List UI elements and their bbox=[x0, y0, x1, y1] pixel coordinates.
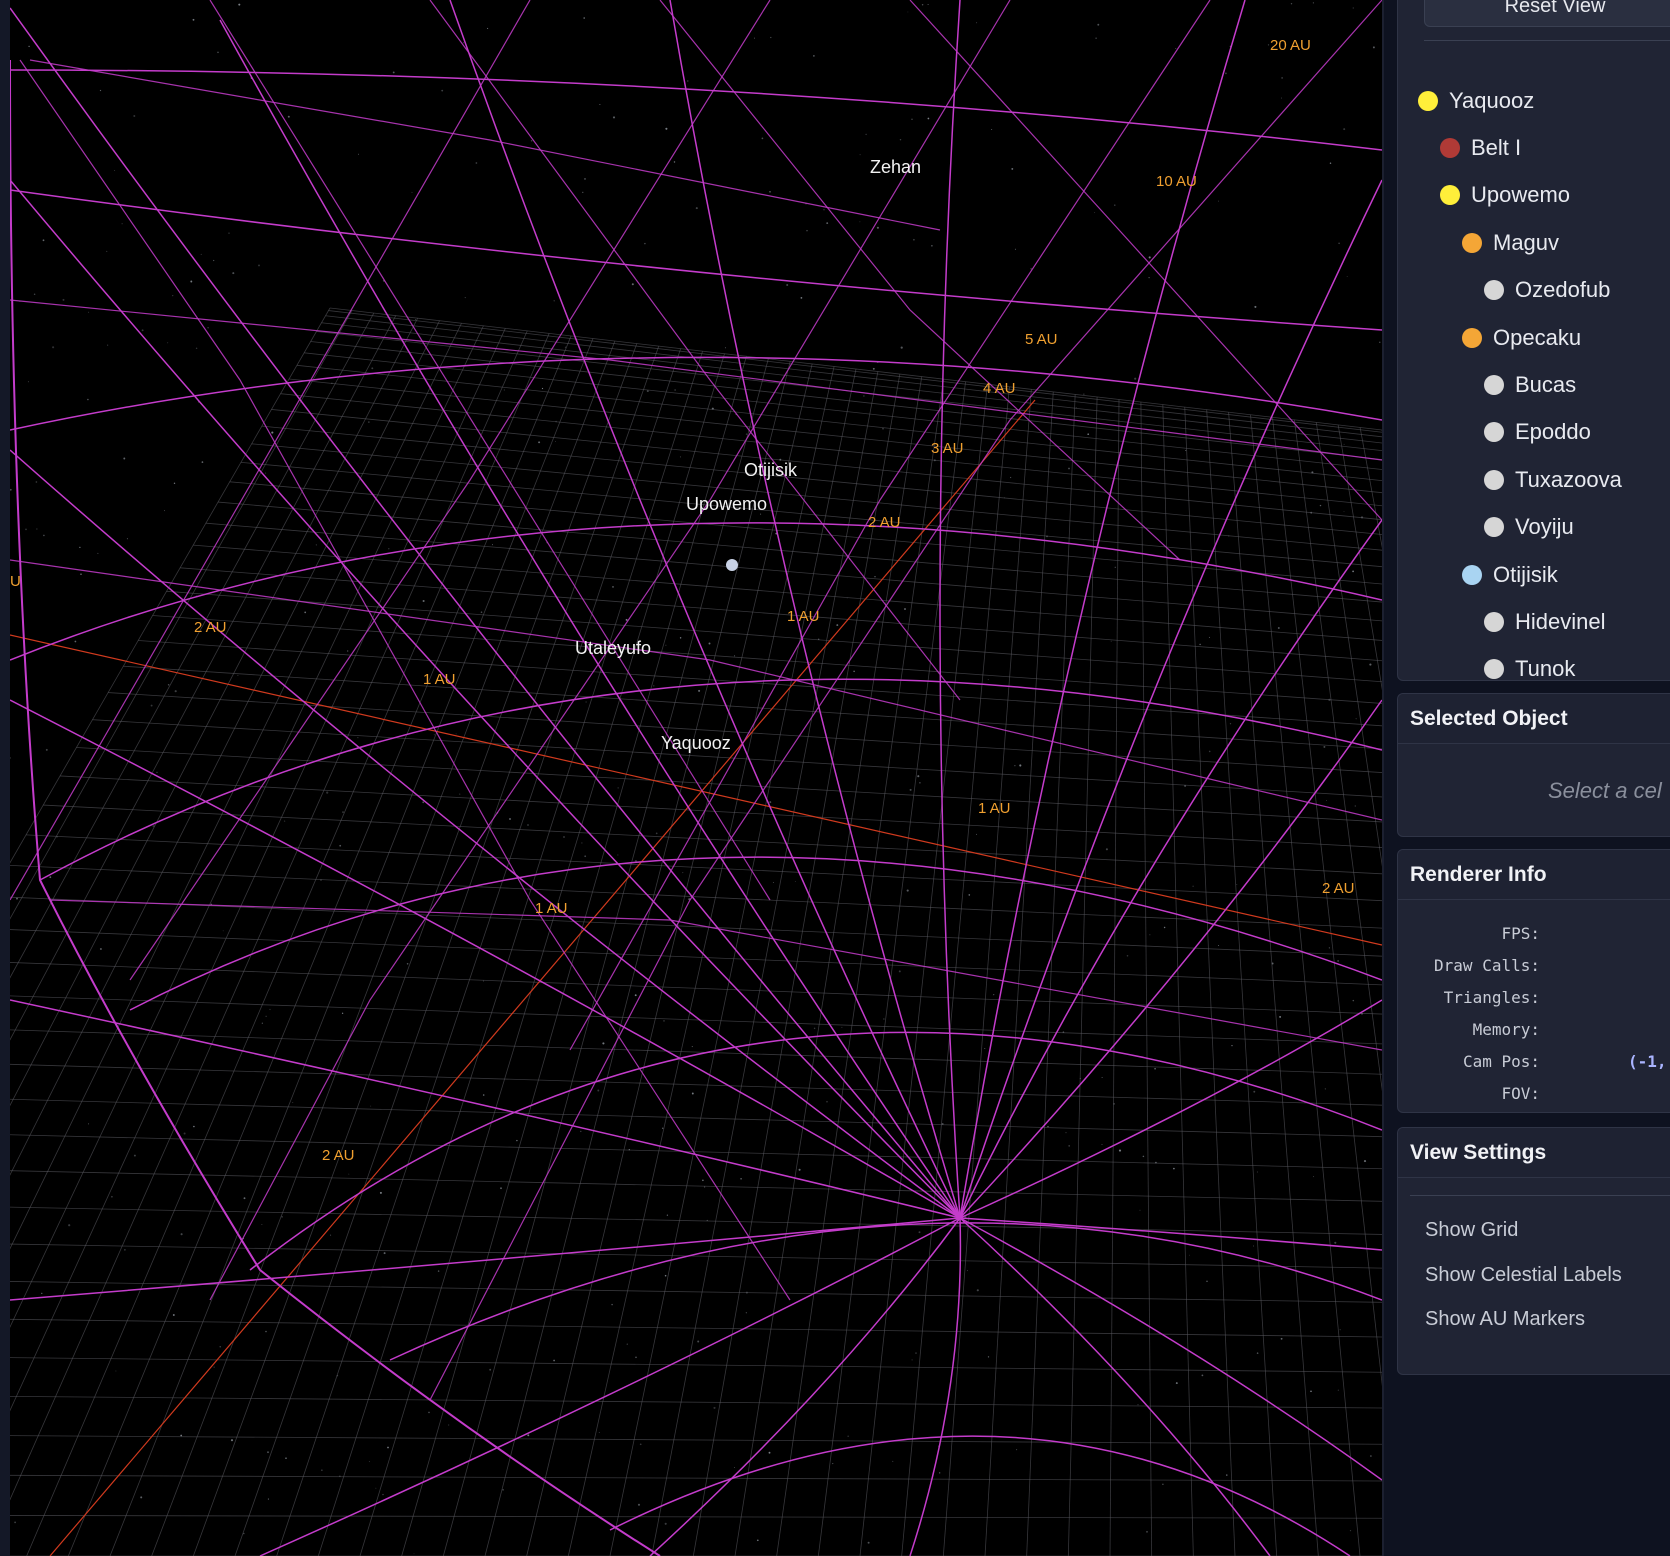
renderer-info-title: Renderer Info bbox=[1398, 850, 1670, 900]
show-celestial-labels-toggle[interactable]: Show Celestial Labels bbox=[1425, 1264, 1622, 1287]
selected-object-panel: Selected Object Select a cel bbox=[1397, 693, 1670, 837]
show-grid-toggle[interactable]: Show Grid bbox=[1425, 1219, 1518, 1242]
sidebar: Reset View Yaquooz Belt I Upowemo Maguv Ozed… bbox=[1384, 0, 1670, 1556]
tree-item-upowemo[interactable]: Upowemo bbox=[1440, 180, 1570, 210]
au-marker: 5 AU bbox=[1025, 331, 1058, 348]
tree-separator bbox=[1424, 40, 1670, 41]
window-edge bbox=[0, 0, 10, 1556]
tree-item-label: Upowemo bbox=[1471, 182, 1571, 207]
tree-item-label: Yaquooz bbox=[1449, 88, 1535, 113]
tree-item-opecaku[interactable]: Opecaku bbox=[1462, 323, 1581, 353]
au-marker: 2 AU bbox=[868, 514, 901, 531]
celestial-label-zehan[interactable]: Zehan bbox=[870, 157, 921, 178]
au-marker: 2 AU bbox=[1322, 880, 1355, 897]
fps-label: FPS: bbox=[1501, 924, 1540, 943]
celestial-label-utaleyufo[interactable]: Utaleyufo bbox=[575, 638, 651, 659]
celestial-label-upowemo[interactable]: Upowemo bbox=[686, 494, 767, 515]
body-color-dot bbox=[1462, 233, 1482, 253]
tree-item-hidevinel[interactable]: Hidevinel bbox=[1484, 607, 1606, 637]
au-marker: 20 AU bbox=[1270, 37, 1311, 54]
fov-label: FOV: bbox=[1501, 1084, 1540, 1103]
body-color-dot bbox=[1418, 91, 1438, 111]
tree-item-label: Maguv bbox=[1493, 230, 1560, 255]
body-color-dot bbox=[1484, 612, 1504, 632]
body-color-dot bbox=[1484, 517, 1504, 537]
tree-item-yaquooz[interactable]: Yaquooz bbox=[1418, 86, 1534, 116]
tree-item-voyiju[interactable]: Voyiju bbox=[1484, 512, 1574, 542]
tree-item-label: Ozedofub bbox=[1515, 277, 1611, 302]
tree-item-label: Opecaku bbox=[1493, 325, 1582, 350]
tree-item-label: Tunok bbox=[1515, 656, 1576, 681]
au-marker: 2 AU bbox=[194, 619, 227, 636]
draw-calls-label: Draw Calls: bbox=[1434, 956, 1540, 975]
body-color-dot bbox=[1484, 470, 1504, 490]
tree-item-label: Otijisik bbox=[1493, 562, 1558, 587]
starfield bbox=[10, 2, 1381, 1555]
view-settings-panel: View Settings Show Grid Show Celestial L… bbox=[1397, 1127, 1670, 1375]
selected-object-placeholder: Select a cel bbox=[1548, 778, 1662, 803]
tree-item-epoddo[interactable]: Epoddo bbox=[1484, 417, 1591, 447]
au-marker: 10 AU bbox=[1156, 173, 1197, 190]
celestial-label-yaquooz[interactable]: Yaquooz bbox=[661, 733, 731, 754]
reset-view-button[interactable]: Reset View bbox=[1424, 0, 1670, 27]
tree-item-label: Tuxazoova bbox=[1515, 467, 1622, 492]
show-au-markers-toggle[interactable]: Show AU Markers bbox=[1425, 1308, 1585, 1331]
au-marker: 1 AU bbox=[978, 800, 1011, 817]
planet-sprite[interactable] bbox=[726, 559, 738, 571]
tree-item-label: Hidevinel bbox=[1515, 609, 1606, 634]
tree-item-label: Bucas bbox=[1515, 372, 1577, 397]
cam-pos-value: (-1, bbox=[1628, 1052, 1667, 1071]
tree-item-maguv[interactable]: Maguv bbox=[1462, 228, 1559, 258]
body-color-dot bbox=[1440, 138, 1460, 158]
tree-item-belt-i[interactable]: Belt I bbox=[1440, 133, 1521, 163]
au-marker: 4 AU bbox=[983, 380, 1016, 397]
au-marker: 1 AU bbox=[787, 608, 820, 625]
x-axis-line bbox=[10, 634, 1382, 946]
view-settings-title: View Settings bbox=[1398, 1128, 1670, 1178]
au-marker: U bbox=[10, 573, 21, 590]
tree-item-label: Voyiju bbox=[1515, 514, 1574, 539]
tree-item-label: Epoddo bbox=[1515, 419, 1591, 444]
body-color-dot bbox=[1484, 280, 1504, 300]
tree-item-tunok[interactable]: Tunok bbox=[1484, 654, 1576, 681]
tree-item-otijisik[interactable]: Otijisik bbox=[1462, 560, 1558, 590]
renderer-info-panel: Renderer Info FPS: Draw Calls: Triangles… bbox=[1397, 849, 1670, 1113]
au-marker: 1 AU bbox=[423, 671, 456, 688]
tree-item-bucas[interactable]: Bucas bbox=[1484, 370, 1576, 400]
tree-item-tuxazoova[interactable]: Tuxazoova bbox=[1484, 465, 1622, 495]
cam-pos-label: Cam Pos: bbox=[1462, 1052, 1540, 1071]
body-color-dot bbox=[1484, 659, 1504, 679]
au-marker: 3 AU bbox=[931, 440, 964, 457]
au-marker: 2 AU bbox=[322, 1147, 355, 1164]
celestial-label-otijisik[interactable]: Otijisik bbox=[744, 460, 797, 481]
body-color-dot bbox=[1462, 328, 1482, 348]
memory-label: Memory: bbox=[1472, 1020, 1540, 1039]
body-color-dot bbox=[1462, 565, 1482, 585]
scene-canvas[interactable] bbox=[10, 0, 1382, 1556]
scene-viewport[interactable]: Zehan Otijisik Upowemo Utaleyufo Yaquooz… bbox=[10, 0, 1382, 1556]
body-color-dot bbox=[1484, 422, 1504, 442]
body-color-dot bbox=[1484, 375, 1504, 395]
au-marker: 1 AU bbox=[535, 900, 568, 917]
tree-item-ozedofub[interactable]: Ozedofub bbox=[1484, 275, 1610, 305]
body-color-dot bbox=[1440, 185, 1460, 205]
tree-item-label: Belt I bbox=[1471, 135, 1522, 160]
selected-object-title: Selected Object bbox=[1398, 694, 1670, 744]
settings-separator bbox=[1410, 1195, 1670, 1196]
triangles-label: Triangles: bbox=[1443, 988, 1540, 1007]
object-tree-panel: Reset View Yaquooz Belt I Upowemo Maguv Ozed… bbox=[1397, 0, 1670, 681]
